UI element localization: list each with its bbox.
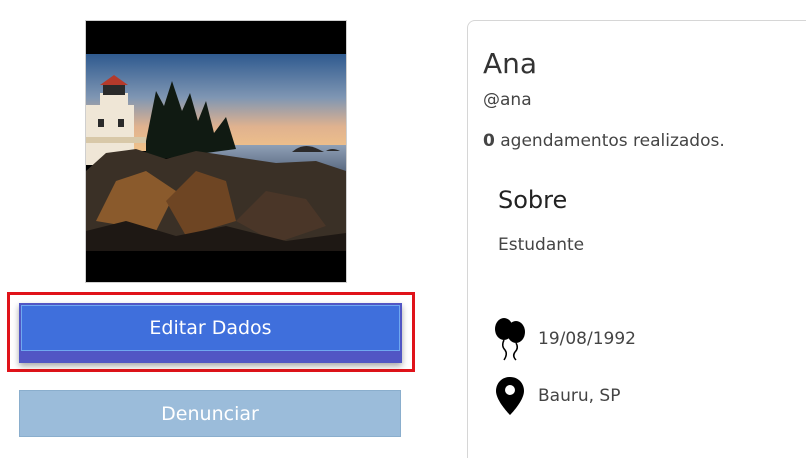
profile-photo — [85, 20, 347, 283]
edit-data-button[interactable]: Editar Dados — [19, 303, 402, 363]
birthday-row: 19/08/1992 — [490, 316, 636, 362]
appointments-summary: 0 agendamentos realizados. — [483, 131, 725, 151]
profile-handle: @ana — [483, 90, 532, 110]
map-pin-icon — [490, 375, 530, 417]
lighthouse-photo — [86, 21, 346, 282]
edit-data-button-label[interactable]: Editar Dados — [21, 305, 400, 351]
profile-page: Editar Dados Denunciar Ana @ana 0 agenda… — [0, 0, 806, 458]
birthday-value: 19/08/1992 — [538, 329, 636, 349]
appointments-count: 0 — [483, 131, 495, 151]
report-button[interactable]: Denunciar — [19, 390, 401, 437]
location-value: Bauru, SP — [538, 386, 621, 406]
location-row: Bauru, SP — [490, 375, 620, 417]
balloons-icon — [490, 316, 530, 362]
appointments-label: agendamentos realizados. — [494, 131, 725, 151]
about-heading: Sobre — [498, 186, 568, 214]
profile-name: Ana — [483, 47, 538, 80]
about-text: Estudante — [498, 235, 585, 255]
